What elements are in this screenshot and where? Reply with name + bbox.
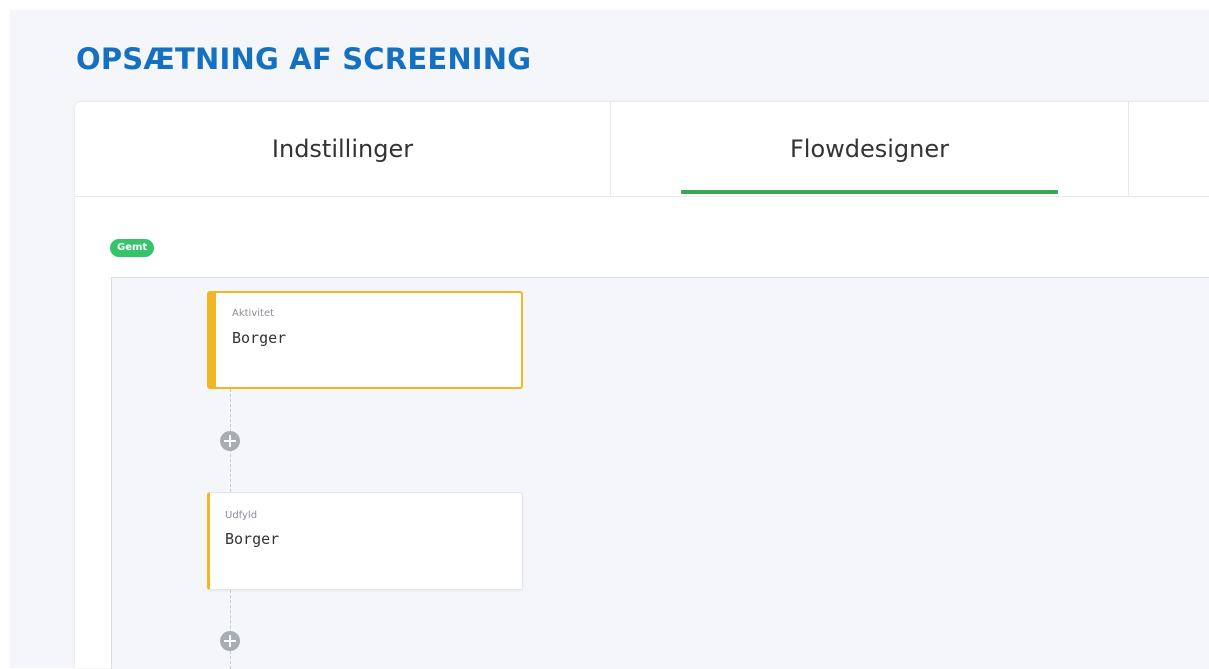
tab-indstillinger[interactable]: Indstillinger <box>75 102 611 196</box>
active-tab-indicator <box>681 190 1058 194</box>
add-step-plus-icon[interactable] <box>220 631 240 651</box>
node-type-label: Udfyld <box>225 510 258 521</box>
flow-connector <box>230 590 231 669</box>
node-name-label: Borger <box>225 530 280 548</box>
tab-flowdesigner[interactable]: Flowdesigner <box>611 102 1129 196</box>
screening-setup-card: Indstillinger Flowdesigner Gemt Aktivite… <box>75 102 1209 669</box>
node-name-label: Borger <box>232 329 287 347</box>
node-type-label: Aktivitet <box>232 308 275 319</box>
page-title: OPSÆTNING AF SCREENING <box>76 42 532 76</box>
flow-canvas[interactable]: Aktivitet Borger Udfyld Borger <box>111 277 1209 669</box>
add-step-plus-icon[interactable] <box>220 431 240 451</box>
tab-next[interactable] <box>1129 102 1209 196</box>
flow-node-aktivitet[interactable]: Aktivitet Borger <box>207 291 523 389</box>
tab-bar: Indstillinger Flowdesigner <box>75 102 1209 197</box>
flow-node-udfyld[interactable]: Udfyld Borger <box>207 492 523 590</box>
status-badge: Gemt <box>110 239 155 257</box>
